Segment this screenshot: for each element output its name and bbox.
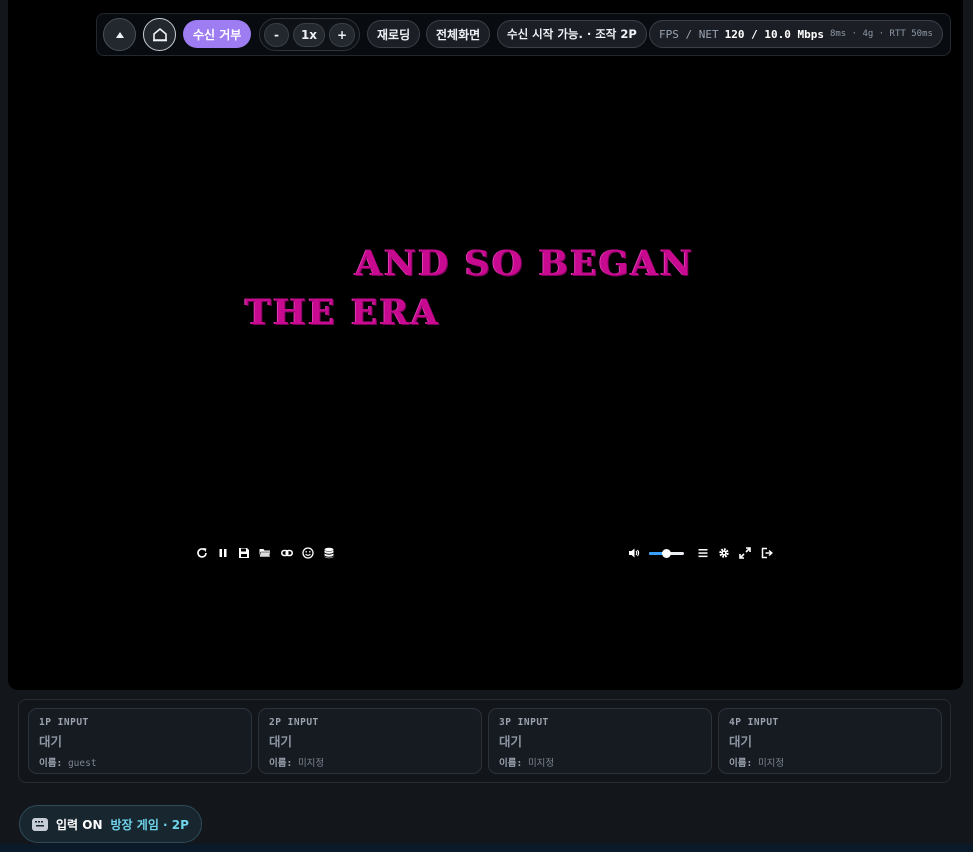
input-card-name: 이름: 미지정 <box>499 758 555 769</box>
input-card-status: 대기 <box>269 734 293 749</box>
input-card-status: 대기 <box>729 734 753 749</box>
input-card-name: 이름: 미지정 <box>729 758 785 769</box>
game-text-line2: THE ERA <box>245 292 440 333</box>
keyboard-icon <box>32 817 48 831</box>
game-screen[interactable]: AND SO BEGAN THE ERA <box>8 0 963 690</box>
input-card-1p: 1P INPUT 대기 이름: guest <box>28 708 252 774</box>
volume-icon <box>629 548 640 558</box>
reload-button[interactable]: 재로딩 <box>367 20 421 48</box>
fps-net-meta: 8ms · 4g · RTT 50ms <box>829 29 933 39</box>
home-button[interactable] <box>143 18 176 51</box>
database-button[interactable] <box>320 544 338 562</box>
save-icon <box>239 548 249 558</box>
speed-value: 1x <box>293 23 325 47</box>
speed-control: - 1x + <box>259 18 360 51</box>
restart-button[interactable] <box>193 544 211 562</box>
input-card-name: 이름: guest <box>39 758 97 769</box>
volume-slider[interactable] <box>649 549 684 558</box>
menu-button[interactable] <box>694 544 712 562</box>
status-badge: 수신 시작 가능. · 조작 2P <box>497 20 647 48</box>
emoji-button[interactable] <box>299 544 317 562</box>
save-state-button[interactable] <box>235 544 253 562</box>
reject-receive-button[interactable]: 수신 거부 <box>183 20 252 48</box>
room-label: 방장 게임 · 2P <box>110 817 189 832</box>
input-card-3p: 3P INPUT 대기 이름: 미지정 <box>488 708 712 774</box>
speed-decrease-button[interactable]: - <box>264 23 289 47</box>
exit-icon <box>761 547 773 559</box>
input-card-label: 4P INPUT <box>729 717 779 728</box>
fullscreen-button[interactable]: 전체화면 <box>426 20 491 48</box>
volume-button[interactable] <box>625 544 643 562</box>
pause-icon <box>219 549 227 557</box>
game-text-line1: AND SO BEGAN <box>355 243 694 284</box>
folder-icon <box>259 549 271 558</box>
input-card-label: 2P INPUT <box>269 717 319 728</box>
home-icon <box>152 27 167 42</box>
input-card-status: 대기 <box>39 734 63 749</box>
top-toolbar: 수신 거부 - 1x + 재로딩 전체화면 수신 시작 가능. · 조작 2P … <box>96 13 951 56</box>
collapse-button[interactable] <box>103 18 136 51</box>
caret-up-icon <box>115 31 124 38</box>
input-card-status: 대기 <box>499 734 523 749</box>
exit-button[interactable] <box>758 544 776 562</box>
input-card-4p: 4P INPUT 대기 이름: 미지정 <box>718 708 942 774</box>
input-card-name: 이름: 미지정 <box>269 758 325 769</box>
input-card-2p: 2P INPUT 대기 이름: 미지정 <box>258 708 482 774</box>
fps-net-readout: FPS / NET 120 / 10.0 Mbps 8ms · 4g · RTT… <box>649 20 943 48</box>
player-input-panel: 1P INPUT 대기 이름: guest 2P INPUT 대기 이름: 미지… <box>18 699 951 783</box>
input-state-label: 입력 ON <box>56 817 103 832</box>
menu-icon <box>698 549 708 558</box>
speed-increase-button[interactable]: + <box>329 23 355 47</box>
load-state-button[interactable] <box>256 544 274 562</box>
fps-net-value: 120 / 10.0 Mbps <box>724 27 824 41</box>
gear-icon <box>719 548 729 558</box>
link-button[interactable] <box>278 544 296 562</box>
smiley-icon <box>302 547 314 559</box>
input-card-label: 3P INPUT <box>499 717 549 728</box>
link-icon <box>281 549 293 557</box>
expand-icon <box>739 547 751 559</box>
input-card-label: 1P INPUT <box>39 717 89 728</box>
settings-button[interactable] <box>715 544 733 562</box>
bottom-edge <box>0 844 973 852</box>
pause-button[interactable] <box>214 544 232 562</box>
restart-icon <box>197 548 207 558</box>
fps-net-label: FPS / NET <box>659 27 719 41</box>
volume-slider-handle[interactable] <box>662 549 671 558</box>
input-status-toggle[interactable]: 입력 ON 방장 게임 · 2P <box>19 805 202 843</box>
expand-button[interactable] <box>736 544 754 562</box>
database-icon <box>324 547 334 559</box>
